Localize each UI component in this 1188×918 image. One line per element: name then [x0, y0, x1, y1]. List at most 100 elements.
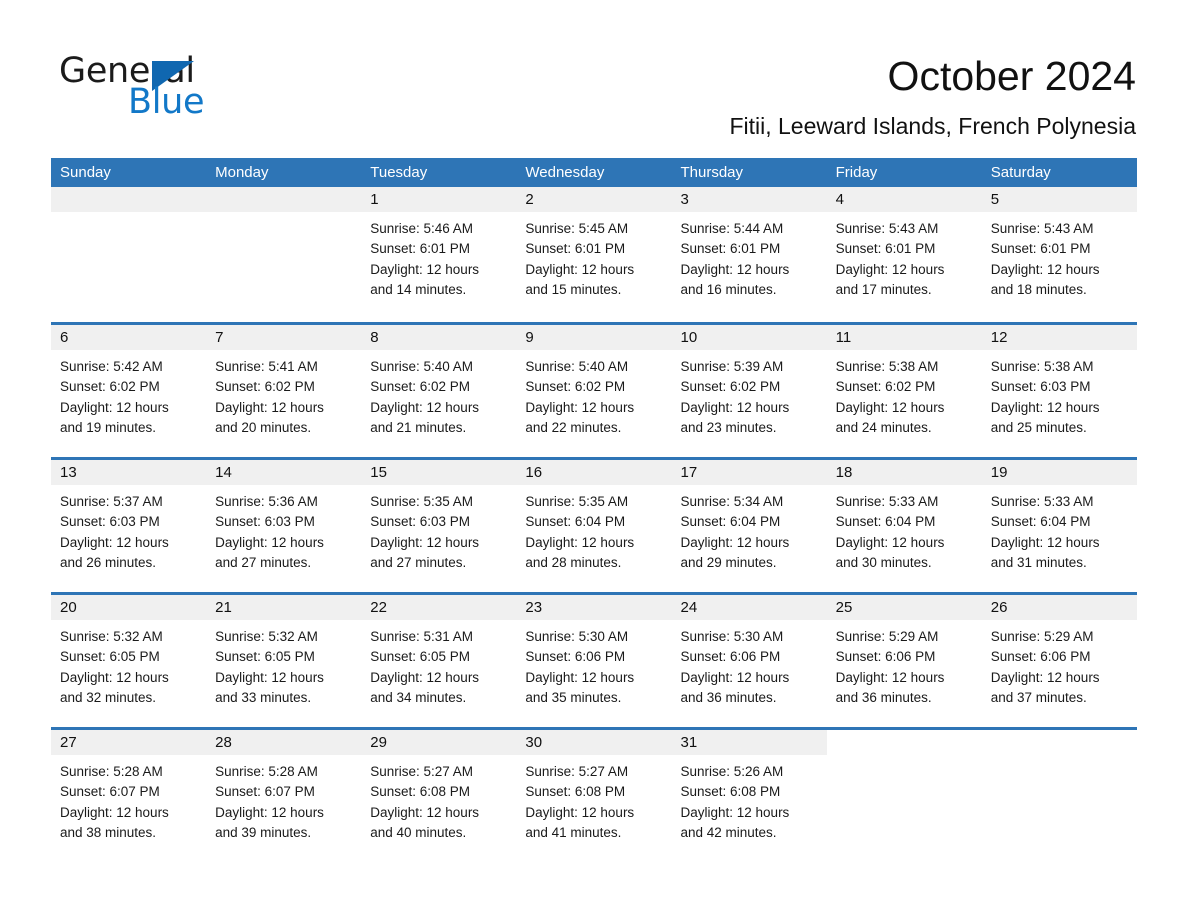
calendar-day-cell[interactable]: 16 Sunrise: 5:35 AM Sunset: 6:04 PM Dayligh…	[516, 460, 672, 592]
sunrise-text: Sunrise: 5:45 AM	[525, 221, 629, 236]
day-number: 12	[981, 325, 1137, 350]
calendar-day-cell[interactable]: 5 Sunrise: 5:43 AM Sunset: 6:01 PM Daylight…	[981, 187, 1137, 322]
daylight-text-line2: and 40 minutes.	[370, 824, 467, 840]
calendar-day-cell[interactable]: 26 Sunrise: 5:29 AM Sunset: 6:06 PM Dayligh…	[981, 595, 1137, 727]
calendar-week-row: 20 Sunrise: 5:32 AM Sunset: 6:05 PM Dayligh…	[51, 592, 1137, 727]
calendar-day-cell[interactable]: 4 Sunrise: 5:43 AM Sunset: 6:01 PM Daylight…	[826, 187, 982, 322]
daylight-text-line2: and 27 minutes.	[370, 554, 467, 570]
day-number: 21	[206, 595, 362, 620]
daylight-text-line2: and 25 minutes.	[990, 419, 1087, 435]
calendar-day-cell[interactable]: 12 Sunrise: 5:38 AM Sunset: 6:03 PM Dayligh…	[981, 325, 1137, 457]
sunset-text: Sunset: 6:01 PM	[525, 241, 626, 257]
sunrise-text: Sunrise: 5:29 AM	[835, 629, 939, 644]
daylight-text-line1: Daylight: 12 hours	[370, 804, 480, 820]
calendar-day-cell[interactable]: 11 Sunrise: 5:38 AM Sunset: 6:02 PM Dayligh…	[826, 325, 982, 457]
day-number	[206, 187, 362, 212]
calendar-day-cell[interactable]: 19 Sunrise: 5:33 AM Sunset: 6:04 PM Dayligh…	[981, 460, 1137, 592]
daylight-text-line1: Daylight: 12 hours	[680, 534, 790, 550]
sunset-text: Sunset: 6:05 PM	[215, 649, 315, 665]
calendar-day-cell[interactable]: 23 Sunrise: 5:30 AM Sunset: 6:06 PM Dayligh…	[516, 595, 672, 727]
calendar-empty-cell	[981, 730, 1137, 862]
calendar-day-cell[interactable]: 2 Sunrise: 5:45 AM Sunset: 6:01 PM Daylight…	[516, 187, 672, 322]
calendar-day-cell[interactable]: 9 Sunrise: 5:40 AM Sunset: 6:02 PM Daylight…	[516, 325, 672, 457]
day-number: 7	[206, 325, 362, 350]
daylight-text-line1: Daylight: 12 hours	[215, 534, 324, 550]
daylight-text-line1: Daylight: 12 hours	[990, 399, 1100, 415]
daylight-text-line2: and 36 minutes.	[835, 689, 932, 705]
sunset-text: Sunset: 6:01 PM	[370, 241, 471, 257]
daylight-text-line2: and 42 minutes.	[680, 824, 777, 840]
calendar-day-cell[interactable]: 22 Sunrise: 5:31 AM Sunset: 6:05 PM Dayligh…	[361, 595, 517, 727]
daylight-text-line2: and 37 minutes.	[990, 689, 1087, 705]
weekday-header-thursday: Thursday	[680, 164, 744, 181]
calendar-day-cell[interactable]: 29 Sunrise: 5:27 AM Sunset: 6:08 PM Dayligh…	[361, 730, 517, 862]
sunrise-text: Sunrise: 5:28 AM	[215, 764, 318, 779]
calendar-week-row: 6 Sunrise: 5:42 AM Sunset: 6:02 PM Daylight…	[51, 322, 1137, 457]
calendar-day-cell[interactable]: 1 Sunrise: 5:46 AM Sunset: 6:01 PM Daylight…	[361, 187, 517, 322]
day-number	[51, 187, 207, 212]
sunrise-text: Sunrise: 5:29 AM	[990, 629, 1094, 644]
calendar-day-cell[interactable]: 15 Sunrise: 5:35 AM Sunset: 6:03 PM Dayligh…	[361, 460, 517, 592]
sunset-text: Sunset: 6:05 PM	[60, 649, 160, 665]
sunrise-text: Sunrise: 5:33 AM	[835, 494, 939, 509]
daylight-text-line2: and 20 minutes.	[215, 419, 312, 435]
sunrise-text: Sunrise: 5:32 AM	[60, 629, 163, 644]
calendar-day-cell[interactable]: 31 Sunrise: 5:26 AM Sunset: 6:08 PM Dayligh…	[671, 730, 827, 862]
daylight-text-line1: Daylight: 12 hours	[525, 399, 635, 415]
day-number: 26	[981, 595, 1137, 620]
day-details: Sunrise: 5:42 AM Sunset: 6:02 PM Daylight:…	[51, 350, 206, 438]
sunset-text: Sunset: 6:03 PM	[370, 514, 471, 530]
calendar-day-cell[interactable]: 17 Sunrise: 5:34 AM Sunset: 6:04 PM Dayligh…	[671, 460, 827, 592]
calendar-day-cell[interactable]: 28 Sunrise: 5:28 AM Sunset: 6:07 PM Dayligh…	[206, 730, 362, 862]
sunrise-text: Sunrise: 5:35 AM	[370, 494, 474, 509]
calendar-day-cell[interactable]: 18 Sunrise: 5:33 AM Sunset: 6:04 PM Dayligh…	[826, 460, 982, 592]
calendar-day-cell[interactable]: 10 Sunrise: 5:39 AM Sunset: 6:02 PM Dayligh…	[671, 325, 827, 457]
calendar-day-cell[interactable]: 14 Sunrise: 5:36 AM Sunset: 6:03 PM Dayligh…	[206, 460, 362, 592]
calendar-day-cell[interactable]: 30 Sunrise: 5:27 AM Sunset: 6:08 PM Dayligh…	[516, 730, 672, 862]
sunset-text: Sunset: 6:02 PM	[370, 379, 471, 395]
page-subtitle: Fitii, Leeward Islands, French Polynesia	[729, 113, 1136, 139]
sunrise-text: Sunrise: 5:27 AM	[525, 764, 629, 779]
calendar-week-row: 13 Sunrise: 5:37 AM Sunset: 6:03 PM Dayligh…	[51, 457, 1137, 592]
sunrise-text: Sunrise: 5:31 AM	[370, 629, 474, 644]
daylight-text-line2: and 35 minutes.	[525, 689, 622, 705]
generalblue-logo[interactable]: General Blue	[59, 52, 359, 122]
day-details: Sunrise: 5:46 AM Sunset: 6:01 PM Daylight:…	[361, 212, 516, 300]
day-number: 29	[361, 730, 517, 755]
day-number: 4	[826, 187, 982, 212]
day-details: Sunrise: 5:43 AM Sunset: 6:01 PM Daylight:…	[982, 212, 1137, 300]
day-number: 25	[826, 595, 982, 620]
daylight-text-line1: Daylight: 12 hours	[60, 669, 169, 685]
calendar-day-cell[interactable]: 25 Sunrise: 5:29 AM Sunset: 6:06 PM Dayligh…	[826, 595, 982, 727]
calendar-day-cell[interactable]: 3 Sunrise: 5:44 AM Sunset: 6:01 PM Daylight…	[671, 187, 827, 322]
day-number: 16	[516, 460, 672, 485]
logo-text-blue: Blue	[128, 82, 205, 122]
daylight-text-line1: Daylight: 12 hours	[370, 534, 480, 550]
sunrise-text: Sunrise: 5:30 AM	[525, 629, 629, 644]
daylight-text-line2: and 41 minutes.	[525, 824, 622, 840]
day-details: Sunrise: 5:33 AM Sunset: 6:04 PM Daylight:…	[982, 485, 1137, 573]
daylight-text-line2: and 33 minutes.	[215, 689, 312, 705]
daylight-text-line2: and 14 minutes.	[370, 281, 467, 297]
daylight-text-line2: and 19 minutes.	[60, 419, 157, 435]
daylight-text-line1: Daylight: 12 hours	[835, 261, 945, 277]
weekday-header-saturday: Saturday	[990, 164, 1051, 181]
calendar-day-cell[interactable]: 8 Sunrise: 5:40 AM Sunset: 6:02 PM Daylight…	[361, 325, 517, 457]
calendar-day-cell[interactable]: 6 Sunrise: 5:42 AM Sunset: 6:02 PM Daylight…	[51, 325, 207, 457]
calendar-day-cell[interactable]: 24 Sunrise: 5:30 AM Sunset: 6:06 PM Dayligh…	[671, 595, 827, 727]
daylight-text-line1: Daylight: 12 hours	[680, 669, 790, 685]
calendar-day-cell[interactable]: 7 Sunrise: 5:41 AM Sunset: 6:02 PM Daylight…	[206, 325, 362, 457]
daylight-text-line2: and 23 minutes.	[680, 419, 777, 435]
calendar-day-cell[interactable]: 27 Sunrise: 5:28 AM Sunset: 6:07 PM Dayligh…	[51, 730, 207, 862]
daylight-text-line2: and 32 minutes.	[60, 689, 157, 705]
calendar-day-cell[interactable]: 13 Sunrise: 5:37 AM Sunset: 6:03 PM Dayligh…	[51, 460, 207, 592]
sunset-text: Sunset: 6:02 PM	[680, 379, 781, 395]
daylight-text-line2: and 27 minutes.	[215, 554, 312, 570]
sunrise-text: Sunrise: 5:41 AM	[215, 359, 318, 374]
calendar-empty-cell	[206, 187, 362, 322]
calendar-day-cell[interactable]: 20 Sunrise: 5:32 AM Sunset: 6:05 PM Dayligh…	[51, 595, 207, 727]
calendar-day-cell[interactable]: 21 Sunrise: 5:32 AM Sunset: 6:05 PM Dayligh…	[206, 595, 362, 727]
daylight-text-line2: and 21 minutes.	[370, 419, 467, 435]
sunset-text: Sunset: 6:04 PM	[680, 514, 781, 530]
daylight-text-line1: Daylight: 12 hours	[680, 399, 790, 415]
